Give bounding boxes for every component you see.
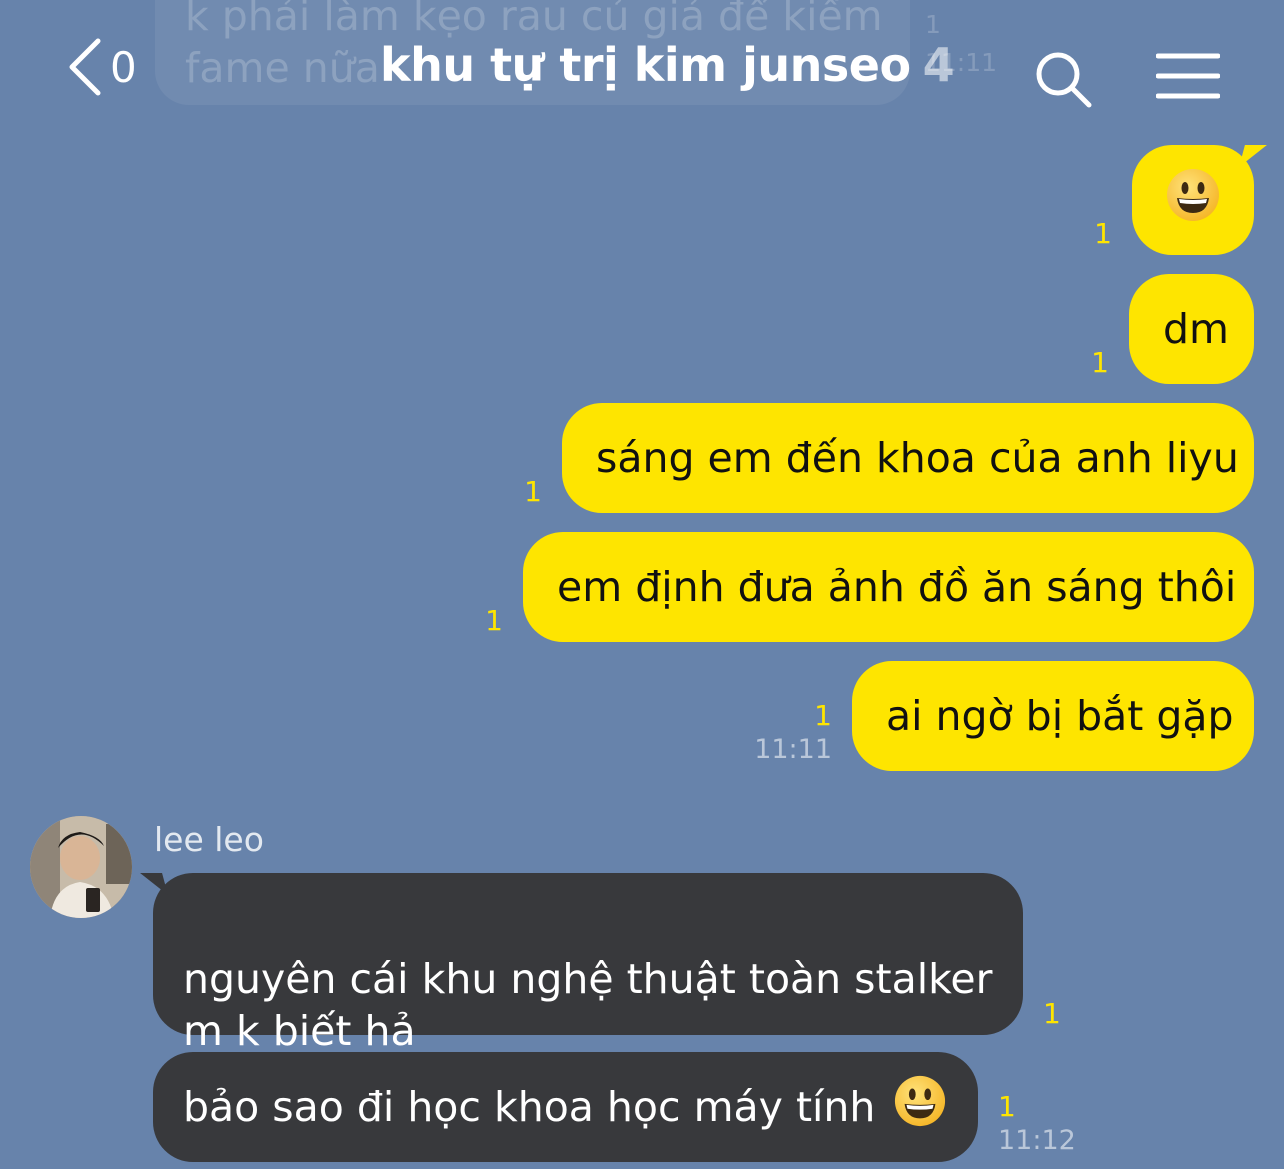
message-bubble[interactable]: em định đưa ảnh đồ ăn sáng thôi	[523, 532, 1254, 642]
unread-count: 1	[1043, 997, 1061, 1030]
message-meta: 1	[1094, 217, 1112, 251]
menu-icon	[1155, 53, 1221, 99]
unread-count: 1	[485, 604, 503, 637]
outgoing-message[interactable]: 1 11:11 ai ngờ bị bắt gặp	[754, 661, 1254, 771]
message-meta: 1	[524, 475, 542, 509]
chevron-left-icon	[69, 38, 101, 96]
message-text: dm	[1163, 305, 1229, 353]
message-text: bảo sao đi học khoa học máy tính	[183, 1083, 876, 1131]
unread-count: 1	[1094, 217, 1112, 250]
member-count: 4	[922, 38, 955, 92]
outgoing-message[interactable]: 1 em định đưa ảnh đồ ăn sáng thôi	[485, 532, 1254, 642]
menu-button[interactable]	[1155, 52, 1221, 106]
incoming-message[interactable]: bảo sao đi học khoa học máy tính 1 11:12	[153, 1052, 1076, 1162]
message-text: ai ngờ bị bắt gặp	[886, 692, 1234, 740]
message-text: sáng em đến khoa của anh liyu	[596, 434, 1239, 482]
unread-count: 1	[998, 1090, 1016, 1123]
message-meta: 1 11:12	[998, 1090, 1076, 1158]
avatar[interactable]	[30, 816, 132, 918]
message-meta: 1	[485, 604, 503, 638]
outgoing-message[interactable]: 1 sáng em đến khoa của anh liyu	[524, 403, 1254, 513]
message-bubble[interactable]: ai ngờ bị bắt gặp	[852, 661, 1254, 771]
message-bubble[interactable]: bảo sao đi học khoa học máy tính	[153, 1052, 978, 1162]
grinning-face-emoji-icon	[893, 1074, 947, 1140]
message-time: 11:11	[754, 734, 832, 765]
message-bubble[interactable]	[1132, 145, 1254, 255]
back-button[interactable]: 0	[66, 35, 137, 99]
incoming-message[interactable]: nguyên cái khu nghệ thuật toàn stalker m…	[153, 873, 1061, 1055]
message-meta: 1	[1043, 997, 1061, 1031]
outgoing-message[interactable]: 1 dm	[1091, 274, 1254, 384]
unread-chats-count: 0	[110, 42, 137, 92]
chat-header: 0 khu tự trị kim junseo 4	[0, 0, 1284, 135]
search-icon	[1036, 52, 1092, 108]
chat-title-text: khu tự trị kim junseo	[380, 38, 911, 92]
unread-count: 1	[524, 475, 542, 508]
message-text: em định đưa ảnh đồ ăn sáng thôi	[557, 563, 1237, 611]
unread-count: 1	[814, 699, 832, 732]
profile-photo	[30, 816, 132, 918]
message-bubble[interactable]: nguyên cái khu nghệ thuật toàn stalker m…	[153, 873, 1023, 1055]
search-button[interactable]	[1034, 50, 1094, 114]
message-meta: 1	[1091, 346, 1109, 380]
message-text: nguyên cái khu nghệ thuật toàn stalker m…	[183, 955, 993, 1055]
grinning-face-emoji-icon	[1165, 167, 1221, 233]
message-bubble[interactable]: sáng em đến khoa của anh liyu	[562, 403, 1254, 513]
unread-count: 1	[1091, 346, 1109, 379]
message-meta: 1 11:11	[754, 699, 832, 767]
message-bubble[interactable]: dm	[1129, 274, 1254, 384]
sender-name: lee leo	[154, 820, 264, 859]
outgoing-message[interactable]: 1	[1094, 145, 1254, 255]
chat-title: khu tự trị kim junseo 4	[380, 38, 955, 92]
message-time: 11:12	[998, 1125, 1076, 1156]
